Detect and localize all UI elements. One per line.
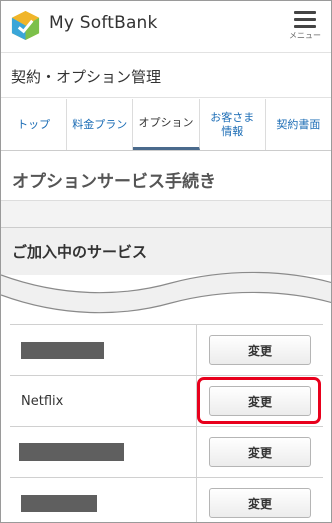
service-name: Netflix [10,376,197,426]
tab-contract-documents[interactable]: 契約書面 [266,99,331,150]
redacted-text [19,443,124,461]
hamburger-icon [294,11,316,28]
list-item: 変更 [10,477,323,522]
menu-label: メニュー [289,31,321,40]
app-title: My SoftBank [49,13,158,33]
tab-bar: トップ 料金プラン オプション お客さま 情報 契約書面 [1,99,331,151]
section-title: 契約・オプション管理 [1,52,331,98]
change-button[interactable]: 変更 [209,488,311,518]
highlight-box [197,377,321,424]
change-button[interactable]: 変更 [209,335,311,365]
page-heading: オプションサービス手続き [1,152,331,200]
service-name [10,325,197,375]
card-heading: ご加入中のサービス [1,227,331,275]
phone-frame: My SoftBank メニュー 契約・オプション管理 トップ 料金プラン オプ… [0,0,332,523]
service-name [10,427,197,477]
tab-customer-info[interactable]: お客さま 情報 [200,99,266,150]
tab-top[interactable]: トップ [1,99,68,150]
tab-rate-plan[interactable]: 料金プラン [67,99,134,150]
list-item: 変更 [10,324,323,375]
menu-button[interactable]: メニュー [288,9,322,43]
app-header: My SoftBank メニュー [1,1,331,47]
softbank-logo-icon[interactable] [10,10,41,41]
tab-customer-info-label: お客さま 情報 [210,110,255,138]
change-button[interactable]: 変更 [209,437,311,467]
section-gap [1,200,331,227]
torn-edge-divider [1,271,331,325]
list-item: 変更 [10,426,323,477]
redacted-text [21,341,104,359]
tab-options[interactable]: オプション [133,99,200,150]
service-name [10,478,197,522]
redacted-text [21,494,97,512]
